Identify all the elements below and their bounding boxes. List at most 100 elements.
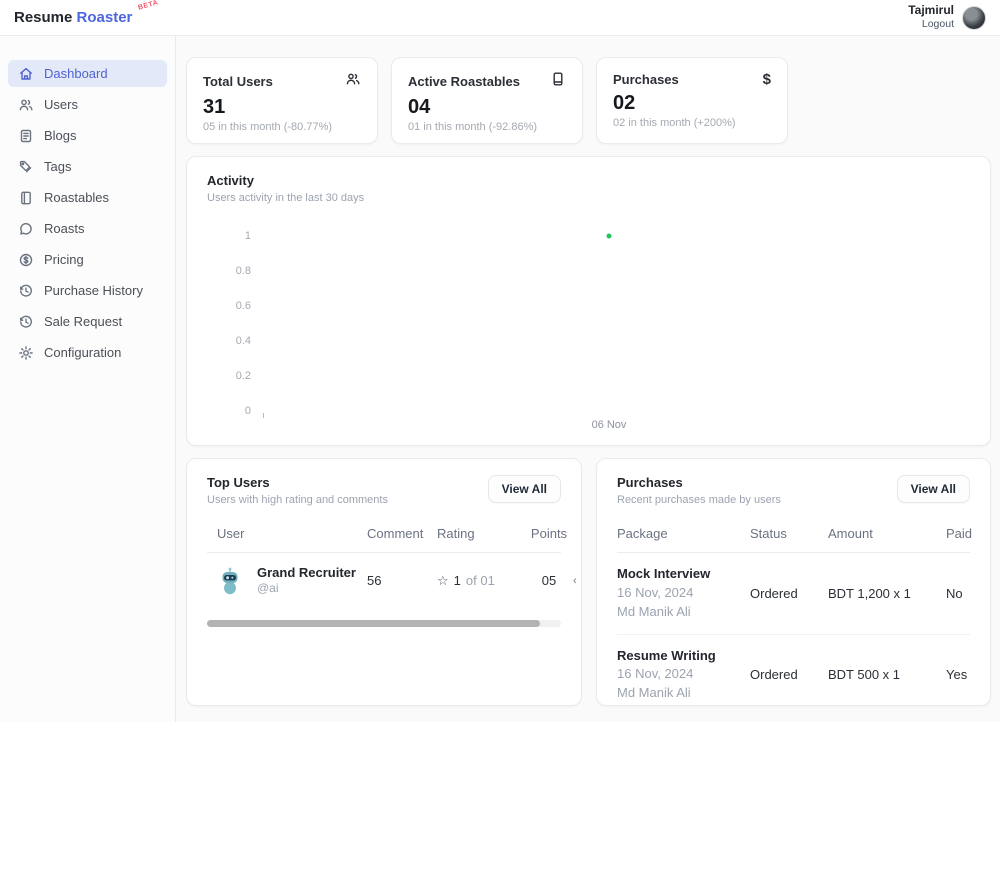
sidebar-item-purchase-history[interactable]: Purchase History [8, 277, 167, 304]
purchase-status: Ordered [750, 667, 828, 682]
top-users-title: Top Users [207, 475, 388, 490]
stat-label: Purchases [613, 72, 679, 87]
sidebar-item-label: Roasts [44, 221, 84, 236]
stat-card-total-users: Total Users 31 05 in this month (-80.77%… [186, 57, 378, 144]
top-header: Resume Roaster BETA Tajmirul Logout [0, 0, 1000, 36]
dollar-circle-icon [18, 252, 34, 268]
purchases-view-all-button[interactable]: View All [897, 475, 970, 503]
chart-plot-area: 06 Nov [263, 236, 955, 411]
logo-part1: Resume [14, 9, 72, 26]
user-display-name: Grand Recruiter [257, 565, 356, 581]
users-icon [345, 71, 361, 92]
activity-card: Activity Users activity in the last 30 d… [186, 156, 991, 446]
purchases-table-header: Package Status Amount Paid [617, 526, 970, 553]
beta-badge: BETA [137, 0, 159, 12]
buyer-name: Md Manik Ali [617, 684, 750, 703]
stat-value: 02 [613, 92, 771, 114]
top-users-view-all-button[interactable]: View All [488, 475, 561, 503]
sidebar-item-label: Configuration [44, 345, 121, 360]
user-handle: @ai [257, 581, 356, 596]
column-header-amount: Amount [828, 526, 946, 541]
user-menu: Tajmirul Logout [908, 3, 986, 31]
package-name: Mock Interview [617, 565, 750, 584]
book-icon [18, 190, 34, 206]
clipped-next-column: ‹ [573, 575, 578, 587]
app-logo[interactable]: Resume Roaster BETA [14, 9, 132, 26]
paid-flag: No [946, 586, 985, 601]
tablet-icon [550, 71, 566, 92]
main-content: Total Users 31 05 in this month (-80.77%… [176, 36, 1000, 722]
activity-subtitle: Users activity in the last 30 days [207, 192, 970, 204]
purchase-amount: BDT 1,200 x 1 [828, 586, 946, 601]
user-name: Tajmirul [908, 3, 954, 18]
paid-flag: Yes [946, 667, 989, 682]
sidebar: Dashboard Users Blogs Tags Roastables Ro… [0, 36, 176, 722]
purchase-row: Mock Interview 16 Nov, 2024 Md Manik Ali… [617, 553, 970, 635]
purchases-card: Purchases Recent purchases made by users… [596, 458, 991, 706]
app-window: Resume Roaster BETA Tajmirul Logout Dash… [0, 0, 1000, 722]
sidebar-item-pricing[interactable]: Pricing [8, 246, 167, 273]
purchase-date: 16 Nov, 2024 [617, 584, 750, 603]
y-tick: 0 [245, 405, 251, 417]
page-background [0, 722, 1000, 873]
logout-button[interactable]: Logout [908, 18, 954, 31]
column-header-rating: Rating [437, 526, 525, 541]
purchases-subtitle: Recent purchases made by users [617, 494, 781, 506]
logo-part2: Roaster [77, 9, 133, 26]
users-icon [18, 97, 34, 113]
history-icon [18, 283, 34, 299]
purchase-date: 16 Nov, 2024 [617, 665, 750, 684]
sidebar-item-dashboard[interactable]: Dashboard [8, 60, 167, 87]
y-tick: 0.8 [236, 265, 251, 277]
sidebar-item-configuration[interactable]: Configuration [8, 339, 167, 366]
chat-bubble-icon [18, 221, 34, 237]
column-header-comment: Comment [367, 526, 437, 541]
stat-subtext: 02 in this month (+200%) [613, 117, 771, 129]
top-users-card: Top Users Users with high rating and com… [186, 458, 582, 706]
package-name: Resume Writing [617, 647, 750, 666]
comment-count: 56 [367, 573, 437, 588]
chart-data-point[interactable] [607, 234, 612, 239]
stat-subtext: 05 in this month (-80.77%) [203, 121, 361, 133]
y-tick: 0.2 [236, 370, 251, 382]
document-icon [18, 128, 34, 144]
star-icon: ☆ [437, 573, 449, 589]
purchases-title: Purchases [617, 475, 781, 490]
gear-icon [18, 345, 34, 361]
sidebar-item-users[interactable]: Users [8, 91, 167, 118]
y-tick: 0.6 [236, 300, 251, 312]
robot-avatar [217, 567, 243, 595]
stat-subtext: 01 in this month (-92.86%) [408, 121, 566, 133]
user-avatar[interactable] [962, 6, 986, 30]
top-user-row: Grand Recruiter @ai 56 ☆ 1 of 01 05 ‹ [207, 553, 561, 606]
sidebar-item-label: Tags [44, 159, 71, 174]
home-icon [18, 66, 34, 82]
tag-icon [18, 159, 34, 175]
y-tick: 0.4 [236, 335, 251, 347]
history-icon [18, 314, 34, 330]
horizontal-scrollbar-track[interactable] [207, 620, 561, 627]
horizontal-scrollbar-thumb[interactable] [207, 620, 540, 627]
sidebar-item-sale-request[interactable]: Sale Request [8, 308, 167, 335]
stat-value: 04 [408, 96, 566, 118]
purchase-row: Resume Writing 16 Nov, 2024 Md Manik Ali… [617, 635, 970, 716]
stat-label: Active Roastables [408, 74, 520, 89]
dollar-icon: $ [763, 71, 771, 88]
top-users-subtitle: Users with high rating and comments [207, 494, 388, 506]
sidebar-item-label: Blogs [44, 128, 77, 143]
sidebar-item-label: Pricing [44, 252, 84, 267]
activity-chart: 1 0.8 0.6 0.4 0.2 0 06 Nov [207, 236, 970, 446]
column-header-paid: Paid [946, 526, 994, 541]
rating-value: 1 [454, 573, 461, 588]
sidebar-item-blogs[interactable]: Blogs [8, 122, 167, 149]
stat-card-purchases: Purchases $ 02 02 in this month (+200%) [596, 57, 788, 144]
sidebar-item-roasts[interactable]: Roasts [8, 215, 167, 242]
sidebar-item-tags[interactable]: Tags [8, 153, 167, 180]
rating-of: of 01 [466, 573, 495, 588]
sidebar-item-roastables[interactable]: Roastables [8, 184, 167, 211]
sidebar-item-label: Purchase History [44, 283, 143, 298]
buyer-name: Md Manik Ali [617, 603, 750, 622]
sidebar-item-label: Dashboard [44, 66, 108, 81]
column-header-user: User [217, 526, 367, 541]
purchase-status: Ordered [750, 586, 828, 601]
